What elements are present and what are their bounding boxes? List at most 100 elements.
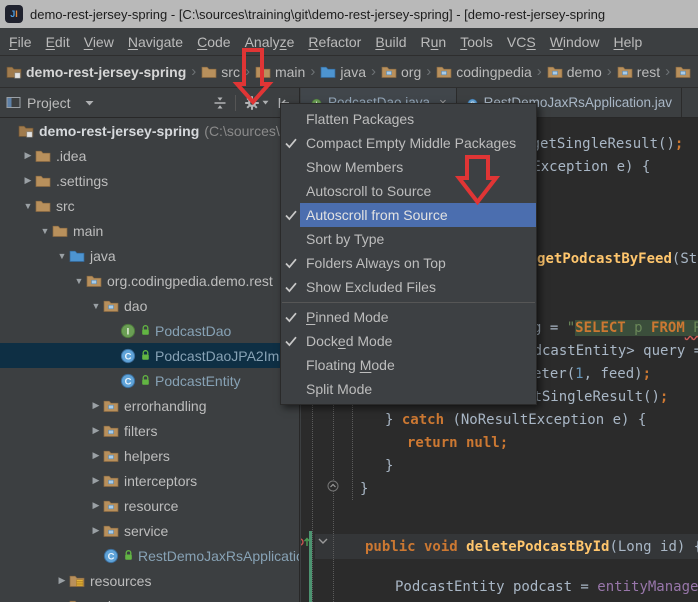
- tree-item-org.codingpedia.demo.rest[interactable]: ▼org.codingpedia.demo.rest: [0, 268, 299, 293]
- menubar-item-analyze[interactable]: Analyze: [238, 34, 302, 50]
- menubar-item-file[interactable]: File: [2, 34, 39, 50]
- menu-item-label: Autoscroll to Source: [300, 179, 536, 203]
- tree-item-java[interactable]: ▼java: [0, 243, 299, 268]
- tree-expand-arrow-icon[interactable]: ▶: [89, 475, 103, 486]
- project-panel-icon: [6, 95, 21, 110]
- menubar-item-view[interactable]: View: [77, 34, 121, 50]
- tree-item-webapp[interactable]: ▶webapp: [0, 593, 299, 602]
- menubar-item-vcs[interactable]: VCS: [500, 34, 543, 50]
- menu-item-label: Show Members: [300, 155, 536, 179]
- tree-item-errorhandling[interactable]: ▶errorhandling: [0, 393, 299, 418]
- menu-item-label: Docked Mode: [300, 329, 536, 353]
- fold-chevron-icon[interactable]: [317, 537, 329, 546]
- menubar-item-tools[interactable]: Tools: [453, 34, 500, 50]
- breadcrumb-label: src: [221, 64, 240, 80]
- code-line[interactable]: PodcastEntity podcast = entityManager.: [395, 576, 698, 599]
- tree-item-src[interactable]: ▼ src: [0, 193, 299, 218]
- menu-item-sort-by-type[interactable]: Sort by Type: [281, 227, 536, 251]
- tree-collapse-arrow-icon[interactable]: ▼: [21, 201, 35, 211]
- breadcrumb-item-demo-rest-jersey-spring[interactable]: demo-rest-jersey-spring: [6, 64, 186, 80]
- collapse-all-icon[interactable]: [213, 96, 227, 110]
- code-line[interactable]: }: [385, 455, 393, 478]
- tree-collapse-arrow-icon[interactable]: ▼: [89, 301, 103, 311]
- override-method-icon[interactable]: [301, 535, 312, 549]
- tree-item-filters[interactable]: ▶filters: [0, 418, 299, 443]
- tree-item-label: interceptors: [124, 473, 197, 489]
- tree-item-label: PodcastDaoJPA2Impl: [155, 348, 290, 364]
- tree-item-.idea[interactable]: ▶.idea: [0, 143, 299, 168]
- menubar-item-help[interactable]: Help: [607, 34, 650, 50]
- tree-expand-arrow-icon[interactable]: ▶: [89, 525, 103, 536]
- tree-expand-arrow-icon[interactable]: ▶: [89, 450, 103, 461]
- breadcrumb-item-rest[interactable]: rest: [617, 64, 660, 80]
- tree-expand-arrow-icon[interactable]: ▶: [55, 575, 69, 586]
- tree-expand-arrow-icon[interactable]: ▶: [89, 400, 103, 411]
- tree-item-PodcastEntity[interactable]: CPodcastEntity: [0, 368, 299, 393]
- menu-item-show-members[interactable]: Show Members: [281, 155, 536, 179]
- breadcrumb-item-demo[interactable]: demo: [547, 64, 602, 80]
- tree-item-resources[interactable]: ▶resources: [0, 568, 299, 593]
- project-panel-header[interactable]: Project: [0, 88, 300, 117]
- tree-expand-arrow-icon[interactable]: ▶: [21, 175, 35, 186]
- code-line[interactable]: }: [360, 478, 368, 501]
- folder-java-icon: [320, 64, 336, 80]
- menu-item-split-mode[interactable]: Split Mode: [281, 377, 536, 401]
- tree-item-.settings[interactable]: ▶.settings: [0, 168, 299, 193]
- menu-item-docked-mode[interactable]: Docked Mode: [281, 329, 536, 353]
- tree-item-service[interactable]: ▶service: [0, 518, 299, 543]
- tree-item-label: src: [56, 198, 75, 214]
- menubar-item-edit[interactable]: Edit: [39, 34, 77, 50]
- breadcrumb-item-src[interactable]: src: [201, 64, 240, 80]
- tree-collapse-arrow-icon[interactable]: ▼: [72, 276, 86, 286]
- package-icon: [436, 64, 452, 80]
- folder-icon: [255, 64, 271, 80]
- tree-item-label: resource: [124, 498, 178, 514]
- tree-item-RestDemoJaxRsApplication[interactable]: CRestDemoJaxRsApplication: [0, 543, 299, 568]
- breadcrumb-item[interactable]: [675, 64, 695, 80]
- code-line[interactable]: } catch (NoResultException e) {: [385, 409, 646, 432]
- folder-resources-icon: [69, 573, 85, 589]
- tree-collapse-arrow-icon[interactable]: ▼: [55, 251, 69, 261]
- menubar-item-run[interactable]: Run: [414, 34, 454, 50]
- tree-item-dao[interactable]: ▼dao: [0, 293, 299, 318]
- chevron-down-icon[interactable]: [85, 100, 94, 106]
- tree-expand-arrow-icon[interactable]: ▶: [89, 425, 103, 436]
- fold-end-icon[interactable]: [327, 480, 339, 492]
- tree-item-main[interactable]: ▼main: [0, 218, 299, 243]
- menu-item-flatten-packages[interactable]: Flatten Packages: [281, 107, 536, 131]
- menu-item-pinned-mode[interactable]: Pinned Mode: [281, 305, 536, 329]
- code-line[interactable]: entityManager.remove(podcast);: [395, 598, 648, 602]
- menu-item-folders-always-on-top[interactable]: Folders Always on Top: [281, 251, 536, 275]
- menubar-item-refactor[interactable]: Refactor: [301, 34, 368, 50]
- menu-item-floating-mode[interactable]: Floating Mode: [281, 353, 536, 377]
- breadcrumb-label: java: [340, 64, 366, 80]
- menu-item-show-excluded-files[interactable]: Show Excluded Files: [281, 275, 536, 299]
- menubar-item-navigate[interactable]: Navigate: [121, 34, 190, 50]
- tree-expand-arrow-icon[interactable]: ▶: [21, 150, 35, 161]
- menu-item-label: Pinned Mode: [300, 305, 536, 329]
- tree-collapse-arrow-icon[interactable]: ▼: [38, 226, 52, 236]
- tree-item-PodcastDao[interactable]: IPodcastDao: [0, 318, 299, 343]
- breadcrumb-item-java[interactable]: java: [320, 64, 366, 80]
- tree-item-resource[interactable]: ▶ resource: [0, 493, 299, 518]
- gear-context-menu: Flatten PackagesCompact Empty Middle Pac…: [280, 103, 537, 405]
- package-icon: [103, 398, 119, 414]
- menu-item-compact-empty-middle-packages[interactable]: Compact Empty Middle Packages: [281, 131, 536, 155]
- menu-item-autoscroll-to-source[interactable]: Autoscroll to Source: [281, 179, 536, 203]
- menubar-item-window[interactable]: Window: [543, 34, 607, 50]
- tree-expand-arrow-icon[interactable]: ▶: [89, 500, 103, 511]
- breadcrumb-item-codingpedia[interactable]: codingpedia: [436, 64, 532, 80]
- tree-item-interceptors[interactable]: ▶ interceptors: [0, 468, 299, 493]
- tree-item-PodcastDaoJPA2Impl[interactable]: CPodcastDaoJPA2Impl: [0, 343, 299, 368]
- code-line[interactable]: public void deletePodcastById(Long id) {: [365, 536, 698, 559]
- gear-button[interactable]: [244, 95, 269, 111]
- menubar-item-code[interactable]: Code: [190, 34, 237, 50]
- title-bar: JI demo-rest-jersey-spring - [C:\sources…: [0, 0, 698, 29]
- tree-item-demo-rest-jersey-spring[interactable]: demo-rest-jersey-spring(C:\sources\train…: [0, 118, 299, 143]
- breadcrumb-item-main[interactable]: main: [255, 64, 305, 80]
- menubar-item-build[interactable]: Build: [368, 34, 413, 50]
- code-line[interactable]: return null;: [407, 432, 508, 455]
- breadcrumb-item-org[interactable]: org: [381, 64, 421, 80]
- menu-item-autoscroll-from-source[interactable]: Autoscroll from Source: [281, 203, 536, 227]
- tree-item-helpers[interactable]: ▶helpers: [0, 443, 299, 468]
